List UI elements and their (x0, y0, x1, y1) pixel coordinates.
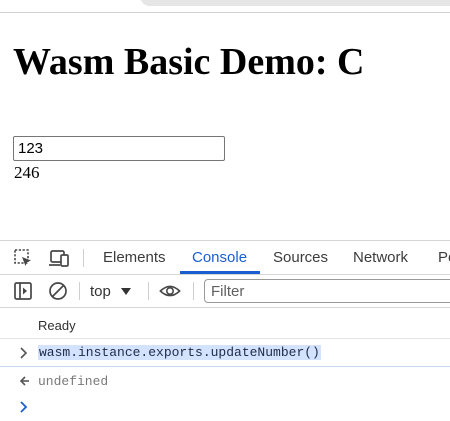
context-selector[interactable]: top (90, 280, 131, 302)
console-message: Ready (0, 308, 450, 339)
return-arrow-icon (18, 375, 30, 387)
console-message-text: Ready (38, 318, 76, 333)
tab-performance[interactable]: Pe (438, 241, 450, 274)
caret-down-icon (120, 283, 131, 300)
chevron-right-icon[interactable] (18, 347, 30, 359)
clear-console-icon[interactable] (47, 280, 69, 302)
tab-network[interactable]: Network (353, 241, 408, 274)
prompt-chevron-icon (18, 401, 30, 413)
toolbar-divider (193, 282, 194, 300)
show-sidebar-icon[interactable] (12, 280, 34, 302)
context-label: top (90, 282, 111, 300)
toolbar-divider (148, 282, 149, 300)
page-viewport: Wasm Basic Demo: C 246 (0, 13, 450, 240)
console-toolbar: top (0, 275, 450, 308)
result-output: 246 (14, 163, 40, 182)
console-input-text: wasm.instance.exports.updateNumber() (38, 345, 321, 360)
browser-top-edge (0, 0, 450, 13)
device-toolbar-icon[interactable] (48, 247, 70, 269)
toolbar-divider (83, 249, 84, 267)
eye-icon[interactable] (159, 280, 181, 302)
devtools-tab-bar: Elements Console Sources Network Pe (0, 241, 450, 275)
page-title: Wasm Basic Demo: C (13, 41, 365, 83)
devtools-panel: Elements Console Sources Network Pe top (0, 240, 450, 421)
active-tab-indicator (180, 271, 260, 274)
inspect-element-icon[interactable] (12, 247, 34, 269)
toolbar-divider (79, 282, 80, 300)
tab-elements[interactable]: Elements (103, 241, 166, 274)
console-prompt[interactable] (0, 396, 450, 420)
tab-sources[interactable]: Sources (273, 241, 328, 274)
browser-tab-edge (140, 0, 450, 6)
number-input[interactable] (13, 136, 225, 161)
console-result-text: undefined (38, 374, 109, 389)
tab-console[interactable]: Console (192, 241, 247, 274)
filter-input[interactable] (204, 279, 450, 303)
console-result-entry: undefined (0, 367, 450, 395)
console-input-entry[interactable]: wasm.instance.exports.updateNumber() (0, 339, 450, 367)
console-output: Ready wasm.instance.exports.updateNumber… (0, 308, 450, 421)
